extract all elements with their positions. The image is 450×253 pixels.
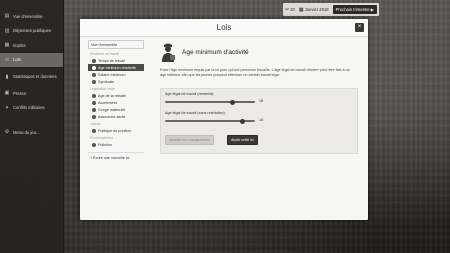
slider-handle[interactable]	[239, 118, 245, 124]
top-bar: ✂ 20 ▦ Janvier 2018 Prochain trimestre ▶	[283, 3, 379, 16]
sidebar-item-press[interactable]: ▣ Presse	[0, 86, 63, 101]
nav-item-punishment[interactable]: Politique de punition	[88, 127, 144, 134]
law-settings-panel: Age légal de travail (restreint): 18 Age…	[160, 88, 358, 154]
sidebar-item-label: Lois	[13, 57, 21, 63]
medical-icon	[92, 100, 96, 105]
nav-item-label: Age minimum d'activité	[98, 65, 136, 70]
overview-icon: ▤	[4, 13, 10, 20]
military-icon: ✦	[4, 104, 10, 111]
slider-handle[interactable]	[230, 99, 235, 105]
dialog-title: Lois	[216, 23, 232, 32]
nav-item-abortion[interactable]: Avortement	[88, 99, 144, 106]
date-display: ▦ Janvier 2018	[299, 7, 329, 13]
justice-icon	[92, 128, 96, 133]
elder-icon	[92, 93, 96, 98]
nav-item-label: Temps de travail	[98, 58, 125, 63]
nav-item-minimum-age[interactable]: Age minimum d'activité	[88, 64, 144, 71]
nav-item-pollution[interactable]: Pollution	[88, 141, 144, 148]
game-menu-label: Menu du jeu...	[13, 129, 40, 135]
unrestricted-age-slider[interactable]	[165, 118, 255, 124]
nav-item-unions[interactable]: Syndicats	[88, 78, 144, 85]
law-header: Age minimum d'activité	[160, 40, 358, 64]
turn-count: 20	[290, 7, 295, 12]
sidebar-item-label: Impôts	[13, 42, 26, 48]
nav-item-label: Syndicats	[98, 79, 114, 84]
nav-item-label: Salaire minimum	[98, 72, 126, 77]
factory-icon	[92, 142, 96, 147]
nav-item-working-time[interactable]: Temps de travail	[88, 57, 144, 64]
tools-icon: ✂	[285, 6, 290, 13]
nav-item-label: Assurance santé	[98, 114, 126, 119]
sidebar-item-taxes[interactable]: ▦ Impôts	[0, 38, 63, 53]
add-law-button[interactable]: + Écrire une nouvelle loi	[88, 152, 144, 160]
stats-icon: ▮	[5, 73, 9, 80]
sidebar-item-stats[interactable]: ▮ Statistiques et données	[0, 67, 63, 86]
sidebar-item-label: Statistiques et données	[13, 74, 57, 79]
clock-icon	[92, 58, 96, 63]
unrestricted-age-value: 18	[259, 118, 264, 122]
money-icon	[92, 72, 96, 77]
nav-item-maternity-leave[interactable]: Congé maternité	[88, 106, 144, 113]
unrestricted-age-label: Age légal de travail (sans restriction):	[165, 111, 226, 115]
group-icon	[92, 79, 96, 84]
worker-icon	[162, 43, 175, 62]
law-description: Pose l'âge minimum requis par la loi pou…	[160, 68, 350, 77]
sidebar-item-military[interactable]: ✦ Conflits militaires	[0, 101, 63, 116]
nav-item-label: Congé maternité	[98, 107, 126, 112]
sidebar-item-label: Presse	[13, 90, 27, 96]
nav-item-retirement-age[interactable]: Age de la retraite	[88, 92, 144, 99]
restricted-age-slider[interactable]	[165, 99, 255, 105]
health-icon	[92, 114, 96, 119]
nav-item-health-insurance[interactable]: Assurance santé	[88, 113, 144, 120]
press-icon: ▣	[4, 90, 10, 97]
family-icon	[92, 107, 96, 112]
laws-icon: ⚖	[4, 56, 10, 63]
restricted-age-label: Age légal de travail (restreint):	[165, 92, 215, 96]
sidebar-item-label: Dépenses publiques	[13, 28, 51, 34]
person-icon	[92, 65, 96, 70]
law-title: Age minimum d'activité	[182, 48, 249, 56]
laws-dialog: Lois × Vue d'ensemble Relations au trava…	[80, 19, 368, 220]
sidebar-item-laws[interactable]: ⚖ Lois	[0, 52, 63, 67]
sidebar: ▤ Vue d'ensemble ▥ Dépenses publiques ▦ …	[0, 0, 64, 253]
restricted-age-value: 18	[259, 99, 264, 103]
sidebar-item-label: Vue d'ensemble	[13, 13, 43, 19]
taxes-icon: ▦	[4, 42, 10, 49]
undo-changes-button[interactable]: Annuler les changements	[165, 135, 214, 145]
nav-item-label: Avortement	[98, 100, 117, 105]
dialog-header: Lois ×	[80, 19, 368, 37]
gear-icon: ⚙	[4, 129, 10, 136]
laws-nav: Vue d'ensemble Relations au travail Temp…	[88, 40, 144, 160]
play-icon: ▶	[370, 7, 374, 12]
turn-counter: ✂ 20	[285, 7, 295, 13]
nav-item-label: Age de la retraite	[98, 93, 127, 98]
abolish-law-button[interactable]: Abolir cette loi	[227, 135, 258, 145]
nav-item-minimum-wage[interactable]: Salaire minimum	[88, 71, 144, 78]
spending-icon: ▥	[4, 27, 10, 34]
next-quarter-button[interactable]: Prochain trimestre ▶	[332, 5, 377, 14]
calendar-icon: ▦	[298, 6, 304, 13]
sidebar-item-overview[interactable]: ▤ Vue d'ensemble	[0, 9, 63, 24]
sidebar-item-label: Conflits militaires	[13, 105, 45, 111]
sidebar-item-spending[interactable]: ▥ Dépenses publiques	[0, 24, 63, 39]
close-button[interactable]: ×	[355, 23, 364, 32]
nav-overview[interactable]: Vue d'ensemble	[88, 40, 144, 49]
nav-item-label: Pollution	[98, 142, 113, 147]
law-detail: Age minimum d'activité Pose l'âge minimu…	[160, 40, 358, 154]
nav-item-label: Politique de punition	[98, 128, 132, 133]
game-menu-button[interactable]: ⚙ Menu du jeu...	[0, 125, 63, 140]
next-quarter-label: Prochain trimestre	[335, 7, 370, 12]
current-date: Janvier 2018	[304, 7, 329, 12]
